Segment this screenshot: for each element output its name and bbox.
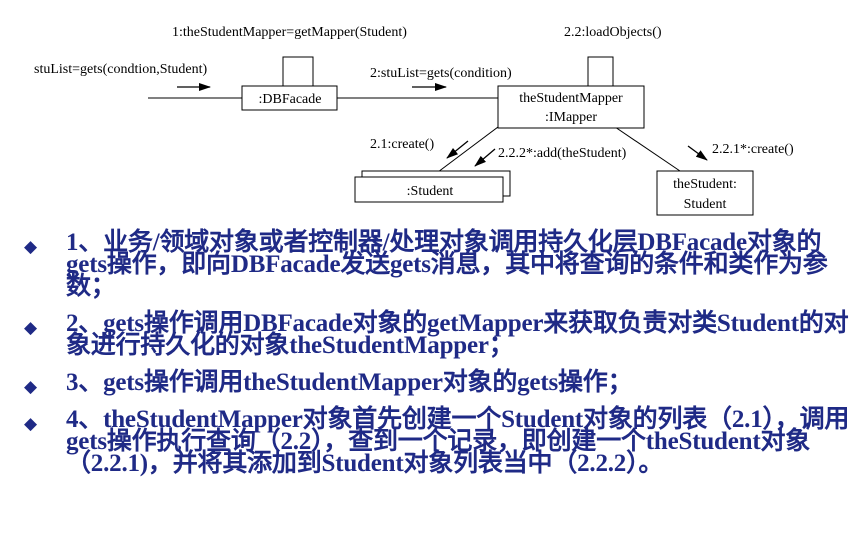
bullet-item-2: ◆ 2、gets操作调用DBFacade对象的getMapper来获取负责对类S… [20,310,850,359]
add-student-arrow [474,148,496,167]
bullet-text: 2、gets操作调用DBFacade对象的getMapper来获取负责对类Stu… [66,310,849,359]
getmapper-self-loop [282,56,314,86]
mapper-label-line2: :IMapper [545,110,597,125]
bullet-text: 4、theStudentMapper对象首先创建一个Student对象的列表（2… [66,406,850,477]
add-student-message-label: 2.2.2*:add(theStudent) [498,146,627,161]
diamond-bullet-icon: ◆ [24,414,37,434]
diamond-bullet-icon: ◆ [24,377,37,397]
bullet-text: 1、业务/领域对象或者控制器/处理对象调用持久化层DBFacade对象的gets… [66,229,828,300]
bullet-item-1: ◆ 1、业务/领域对象或者控制器/处理对象调用持久化层DBFacade对象的ge… [20,229,850,300]
gets-message-label: stuList=gets(condtion,Student) [34,62,207,77]
explanation-list: ◆ 1、业务/领域对象或者控制器/处理对象调用持久化层DBFacade对象的ge… [20,229,850,490]
create-list-message-label: 2.1:create() [370,137,434,152]
getmapper-message-label: 1:theStudentMapper=getMapper(Student) [172,25,407,40]
diamond-bullet-icon: ◆ [24,237,37,257]
dbfacade-label: :DBFacade [259,92,322,107]
bullet-item-3: ◆ 3、gets操作调用theStudentMapper对象的gets操作； [20,369,850,397]
create-list-arrow [446,140,469,159]
student-collection-label: :Student [407,184,454,199]
create-student-message-label: 2.2.1*:create() [712,142,794,157]
mapper-label-line1: theStudentMapper [519,91,623,106]
collaboration-diagram: :DBFacade theStudentMapper :IMapper :Stu… [34,25,794,216]
mapper-gets-message-label: 2:stuList=gets(condition) [370,66,512,81]
diamond-bullet-icon: ◆ [24,318,37,338]
thestudent-label-line1: theStudent: [673,177,737,192]
bullet-item-4: ◆ 4、theStudentMapper对象首先创建一个Student对象的列表… [20,406,850,477]
loadobjects-message-label: 2.2:loadObjects() [564,25,662,40]
thestudent-label-line2: Student [684,197,727,212]
loadobjects-self-loop [587,56,614,86]
create-student-arrow [687,145,708,161]
mapper-student-link [429,126,499,179]
bullet-text: 3、gets操作调用theStudentMapper对象的gets操作； [66,369,633,396]
